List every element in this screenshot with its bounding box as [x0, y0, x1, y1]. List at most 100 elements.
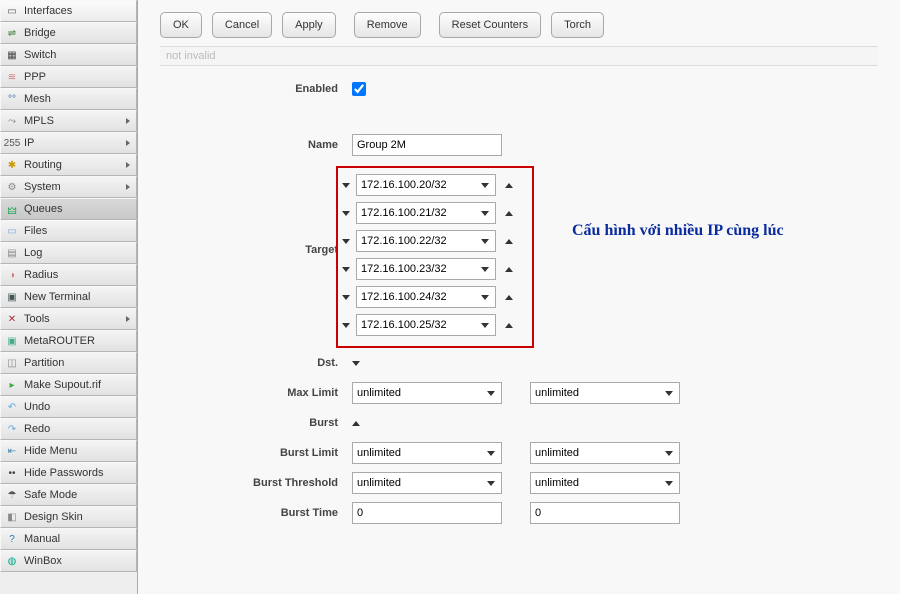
target-ip-value: 172.16.100.20/32 — [361, 179, 447, 191]
sidebar-icon: ⤳ — [5, 114, 19, 128]
target-ip-select[interactable]: 172.16.100.23/32 — [356, 258, 496, 280]
target-ip-select[interactable]: 172.16.100.22/32 — [356, 230, 496, 252]
dropdown-icon — [487, 481, 495, 486]
sidebar-item-tools[interactable]: ✕Tools — [0, 308, 137, 330]
status-bar: not invalid — [160, 46, 878, 66]
sidebar-item-radius[interactable]: ◑Radius — [0, 264, 137, 286]
sidebar-item-ppp[interactable]: ≋ PPP — [0, 66, 137, 88]
burstthres-download-select[interactable]: unlimited — [530, 472, 680, 494]
sidebar-item-manual[interactable]: ?Manual — [0, 528, 137, 550]
submenu-caret-icon — [126, 118, 130, 124]
maxlimit-upload-select[interactable]: unlimited — [352, 382, 502, 404]
sidebar-item-hide-menu[interactable]: ⇤Hide Menu — [0, 440, 137, 462]
sidebar-icon: ◧ — [5, 510, 19, 524]
target-remove-icon[interactable] — [342, 239, 350, 244]
burstlimit-upload-select[interactable]: unlimited — [352, 442, 502, 464]
ok-button[interactable]: OK — [160, 12, 202, 38]
target-remove-icon[interactable] — [342, 211, 350, 216]
main-panel: OK Cancel Apply Remove Reset Counters To… — [138, 0, 900, 594]
target-remove-icon[interactable] — [342, 323, 350, 328]
submenu-caret-icon — [126, 140, 130, 146]
sidebar: ▭ Interfaces ⇌Bridge▦Switch ≋ PPP °°Mesh ⤳ MPLS… — [0, 0, 138, 594]
sidebar-icon: ≋ — [5, 70, 19, 84]
sidebar-item-winbox[interactable]: ◍WinBox — [0, 550, 137, 572]
target-ip-value: 172.16.100.22/32 — [361, 235, 447, 247]
name-label: Name — [160, 139, 352, 151]
target-add-icon[interactable] — [502, 239, 516, 244]
target-group-highlight: 172.16.100.20/32 172.16.100.21/32 172.16.1… — [336, 166, 534, 348]
sidebar-icon: °° — [5, 92, 19, 106]
sidebar-icon: ⚙ — [5, 180, 19, 194]
sidebar-item-interfaces[interactable]: ▭ Interfaces — [0, 0, 137, 22]
sidebar-item-redo[interactable]: ↷Redo — [0, 418, 137, 440]
sidebar-item-metarouter[interactable]: ▣MetaROUTER — [0, 330, 137, 352]
burstlimit-download-select[interactable]: unlimited — [530, 442, 680, 464]
submenu-caret-icon — [126, 184, 130, 190]
sidebar-label: Radius — [24, 269, 132, 281]
apply-button[interactable]: Apply — [282, 12, 336, 38]
bursttime-upload-input[interactable] — [352, 502, 502, 524]
dst-expand-icon[interactable] — [352, 361, 360, 366]
sidebar-item-switch[interactable]: ▦Switch — [0, 44, 137, 66]
target-add-icon[interactable] — [502, 295, 516, 300]
maxlimit-download-select[interactable]: unlimited — [530, 382, 680, 404]
dropdown-icon — [481, 295, 489, 300]
sidebar-item-safe-mode[interactable]: ☂Safe Mode — [0, 484, 137, 506]
burstlimit-download-value: unlimited — [535, 447, 579, 459]
burst-collapse-icon[interactable] — [352, 421, 360, 426]
maxlimit-download-value: unlimited — [535, 387, 579, 399]
sidebar-item-log[interactable]: ▤Log — [0, 242, 137, 264]
cancel-button[interactable]: Cancel — [212, 12, 272, 38]
sidebar-item-undo[interactable]: ↶Undo — [0, 396, 137, 418]
dropdown-icon — [665, 391, 673, 396]
chevron-up-icon — [505, 183, 513, 188]
target-remove-icon[interactable] — [342, 267, 350, 272]
target-ip-select[interactable]: 172.16.100.25/32 — [356, 314, 496, 336]
sidebar-item-mpls[interactable]: ⤳ MPLS — [0, 110, 137, 132]
sidebar-item-hide-passwords[interactable]: ••Hide Passwords — [0, 462, 137, 484]
sidebar-icon: ▭ — [5, 4, 19, 18]
sidebar-label: Files — [24, 225, 132, 237]
sidebar-label: PPP — [24, 71, 132, 83]
remove-button[interactable]: Remove — [354, 12, 421, 38]
target-ip-select[interactable]: 172.16.100.21/32 — [356, 202, 496, 224]
sidebar-item-files[interactable]: ▭Files — [0, 220, 137, 242]
sidebar-item-design-skin[interactable]: ◧ Design Skin — [0, 506, 137, 528]
sidebar-icon: ? — [5, 532, 19, 546]
sidebar-label: Redo — [24, 423, 132, 435]
target-ip-select[interactable]: 172.16.100.24/32 — [356, 286, 496, 308]
name-input[interactable] — [352, 134, 502, 156]
sidebar-label: Interfaces — [24, 5, 132, 17]
bursttime-download-input[interactable] — [530, 502, 680, 524]
target-add-icon[interactable] — [502, 323, 516, 328]
target-remove-icon[interactable] — [342, 183, 350, 188]
sidebar-item-make-supout-rif[interactable]: ▸Make Supout.rif — [0, 374, 137, 396]
submenu-caret-icon — [126, 162, 130, 168]
sidebar-item-queues[interactable]: 🜲Queues — [0, 198, 137, 220]
torch-button[interactable]: Torch — [551, 12, 604, 38]
target-add-icon[interactable] — [502, 267, 516, 272]
sidebar-icon: ▣ — [5, 290, 19, 304]
sidebar-label: MPLS — [24, 115, 126, 127]
target-remove-icon[interactable] — [342, 295, 350, 300]
sidebar-item-mesh[interactable]: °°Mesh — [0, 88, 137, 110]
dropdown-icon — [481, 323, 489, 328]
target-add-icon[interactable] — [502, 211, 516, 216]
sidebar-item-partition[interactable]: ◫Partition — [0, 352, 137, 374]
sidebar-item-new-terminal[interactable]: ▣New Terminal — [0, 286, 137, 308]
burstthres-upload-select[interactable]: unlimited — [352, 472, 502, 494]
target-ip-value: 172.16.100.23/32 — [361, 263, 447, 275]
enabled-checkbox[interactable] — [352, 82, 366, 96]
dropdown-icon — [665, 451, 673, 456]
sidebar-item-ip[interactable]: 255IP — [0, 132, 137, 154]
target-ip-value: 172.16.100.24/32 — [361, 291, 447, 303]
sidebar-label: Design Skin — [24, 511, 132, 523]
target-add-icon[interactable] — [502, 183, 516, 188]
reset-counters-button[interactable]: Reset Counters — [439, 12, 541, 38]
target-ip-select[interactable]: 172.16.100.20/32 — [356, 174, 496, 196]
sidebar-icon: •• — [5, 466, 19, 480]
sidebar-item-bridge[interactable]: ⇌Bridge — [0, 22, 137, 44]
sidebar-item-system[interactable]: ⚙System — [0, 176, 137, 198]
sidebar-label: Make Supout.rif — [24, 379, 132, 391]
sidebar-item-routing[interactable]: ✱Routing — [0, 154, 137, 176]
